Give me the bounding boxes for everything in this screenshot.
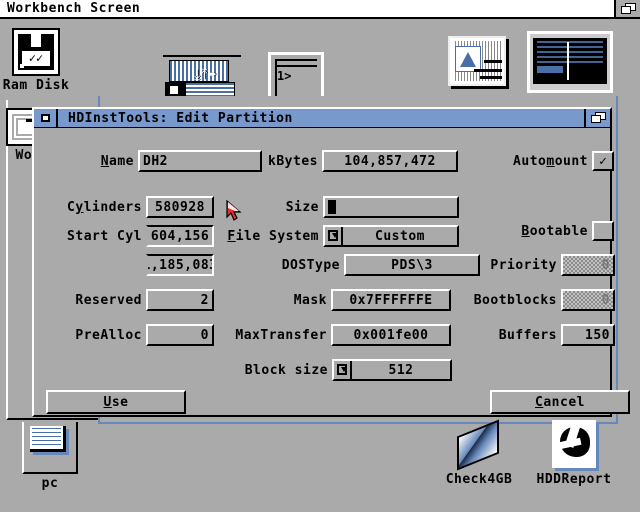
field-row-cylinders: Cylinders 580928 [52,196,214,218]
cycle-icon [334,361,352,379]
block-size-value: 512 [388,362,414,378]
size-input[interactable] [323,196,459,218]
field-row-bootable: Bootable [496,220,614,242]
desktop-icon-label-check4gb: Check4GB [445,472,513,487]
amiga-workbench-screen: Workbench Screen ✓✓ Ram Disk ⤓⤒➨ 1> Wor … [0,0,640,512]
cancel-button[interactable]: Cancel [490,390,630,414]
terminal-screen-icon [527,31,613,93]
reserved-input[interactable]: 2 [146,289,214,311]
kbytes-input[interactable]: 104,857,472 [322,150,458,172]
desktop-icon-label-hddreport: HDDReport [536,472,612,487]
pc-drawer-icon [22,422,78,474]
close-icon[interactable] [34,109,58,127]
start-cyl-label: Start Cyl [67,228,142,244]
start-cyl-input[interactable]: 604,156 [146,225,214,247]
field-row-end-cyl: 1,185,083 [52,254,214,276]
maxtransfer-label: MaxTransfer [235,327,327,343]
field-row-block-size: Block size 512 [236,359,452,381]
field-row-automount: Automount ✓ [490,150,614,172]
desktop-icon-document[interactable] [448,36,506,86]
desktop-icon-label-pc: pc [41,476,59,491]
file-system-label: File System [227,228,319,244]
cycle-icon [325,227,343,245]
shell-cli-icon: 1> [268,52,324,102]
screen-titlebar[interactable]: Workbench Screen [0,0,640,19]
screen-depth-gadget[interactable] [614,0,640,17]
field-row-name: Name DH2 [74,150,262,172]
dialog-body: Name DH2 kBytes 104,857,472 Automount ✓ … [34,128,630,415]
field-row-dostype: DOSType PDS\3 [256,254,480,276]
bootable-label: Bootable [521,223,588,239]
field-row-prealloc: PreAlloc 0 [52,324,214,346]
field-row-bootblocks: Bootblocks 0 [447,289,615,311]
field-row-start-cyl: Start Cyl 604,156 [52,225,214,247]
mask-label: Mask [293,292,327,308]
file-system-value: Custom [375,228,425,244]
automount-label: Automount [513,153,588,169]
name-input[interactable]: DH2 [138,150,262,172]
field-row-kbytes: kBytes 104,857,472 [256,150,458,172]
cylinders-label: Cylinders [67,199,142,215]
tools-drawer-icon: ⤓⤒➨ [163,55,241,99]
desktop-icon-label-ram-disk: Ram Disk [2,78,70,93]
field-row-reserved: Reserved 2 [52,289,214,311]
dostype-label: DOSType [281,257,340,273]
document-icon [448,36,506,86]
automount-checkbox[interactable]: ✓ [592,151,614,171]
block-size-label: Block size [244,362,328,378]
desktop-icon-check4gb[interactable]: Check4GB [446,419,512,487]
field-row-size: Size [281,196,459,218]
field-row-priority: Priority 0 [471,254,615,276]
desktop-icon-terminal[interactable] [527,31,613,93]
bootblocks-label: Bootblocks [473,292,557,308]
field-row-buffers: Buffers 150 [483,324,615,346]
desktop-icon-ram-disk[interactable]: ✓✓ Ram Disk [3,28,69,93]
desktop-icon-pc[interactable]: pc [22,422,78,491]
file-system-cycle[interactable]: Custom [323,225,459,247]
prealloc-input[interactable]: 0 [146,324,214,346]
field-row-maxtransfer: MaxTransfer 0x001fe00 [219,324,451,346]
bootblocks-input[interactable]: 0 [561,289,615,311]
size-label: Size [285,199,319,215]
field-row-mask: Mask 0x7FFFFFFE [271,289,451,311]
dialog-depth-gadget[interactable] [584,109,610,127]
field-row-file-system: File System Custom [219,225,459,247]
edit-partition-dialog: HDInstTools: Edit Partition Name DH2 kBy… [32,107,630,417]
buffers-input[interactable]: 150 [561,324,615,346]
depth-icon [591,112,606,123]
desktop-icon-shell[interactable]: 1> [268,52,324,102]
block-size-cycle[interactable]: 512 [332,359,452,381]
hddreport-tool-icon [552,420,596,468]
screen-title: Workbench Screen [7,1,141,16]
floppy-disk-icon: ✓✓ [12,28,60,76]
use-button[interactable]: Use [46,390,186,414]
buffers-label: Buffers [498,327,557,343]
text-cursor [328,200,336,214]
cylinders-input[interactable]: 580928 [146,196,214,218]
end-cyl-input[interactable]: 1,185,083 [146,254,214,276]
priority-input[interactable]: 0 [561,254,615,276]
kbytes-label: kBytes [268,153,318,169]
depth-icon [621,3,636,14]
name-label: Name [100,153,134,169]
mask-input[interactable]: 0x7FFFFFFE [331,289,451,311]
maxtransfer-input[interactable]: 0x001fe00 [331,324,451,346]
prealloc-label: PreAlloc [75,327,142,343]
dialog-title: HDInstTools: Edit Partition [68,110,293,126]
use-button-label: Use [103,394,129,410]
reserved-label: Reserved [75,292,142,308]
bootable-checkbox[interactable] [592,221,614,241]
priority-label: Priority [490,257,557,273]
dialog-titlebar[interactable]: HDInstTools: Edit Partition [34,109,610,128]
dostype-input[interactable]: PDS\3 [344,254,480,276]
check4gb-tool-icon [453,419,505,471]
cancel-button-label: Cancel [535,394,585,410]
desktop-icon-hddreport[interactable]: HDDReport [537,420,611,487]
desktop-icon-tools[interactable]: ⤓⤒➨ [163,55,241,99]
